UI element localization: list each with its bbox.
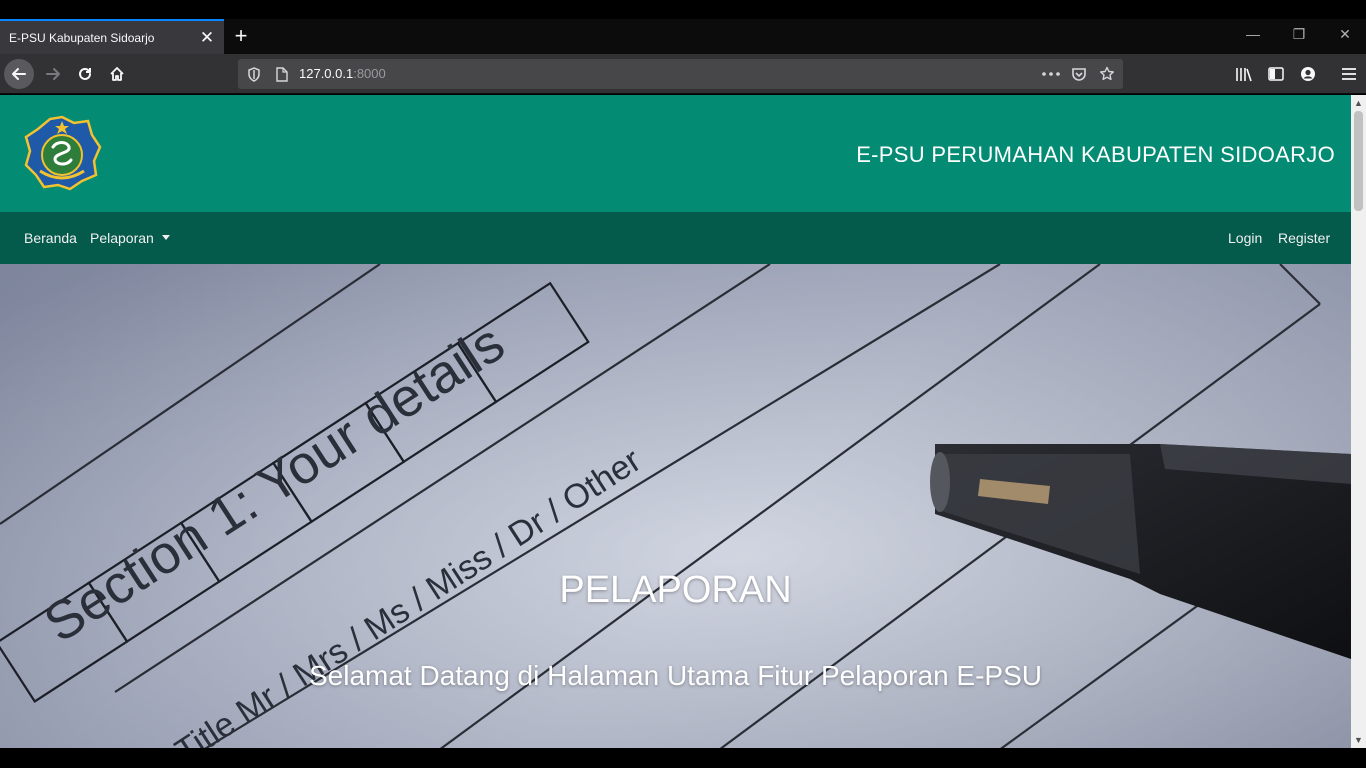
main-navbar: Beranda Pelaporan Login Register bbox=[0, 212, 1351, 264]
url-host: 127.0.0.1 bbox=[299, 66, 354, 81]
page-viewport: E-PSU PERUMAHAN KABUPATEN SIDOARJO Beran… bbox=[0, 95, 1351, 748]
more-icon[interactable] bbox=[1041, 66, 1061, 82]
menu-icon[interactable] bbox=[1340, 66, 1358, 82]
url-text[interactable]: 127.0.0.1:8000 bbox=[299, 66, 386, 81]
minimize-button[interactable]: — bbox=[1243, 26, 1263, 42]
restore-button[interactable]: ❐ bbox=[1289, 26, 1309, 43]
browser-tab-bar: E-PSU Kabupaten Sidoarjo ✕ + — ❐ ✕ bbox=[0, 0, 1366, 54]
reload-icon bbox=[79, 67, 91, 80]
site-header: E-PSU PERUMAHAN KABUPATEN SIDOARJO bbox=[0, 95, 1351, 212]
reload-button[interactable] bbox=[70, 59, 100, 89]
shield-icon[interactable] bbox=[246, 66, 262, 82]
forward-button[interactable] bbox=[38, 59, 68, 89]
sidebar-icon[interactable] bbox=[1267, 66, 1285, 82]
forward-icon bbox=[46, 68, 60, 80]
nav-report-label: Pelaporan bbox=[90, 230, 154, 246]
bookmark-star-icon[interactable] bbox=[1098, 65, 1116, 83]
browser-toolbar: 127.0.0.1:8000 bbox=[0, 54, 1366, 94]
scrollbar-thumb[interactable] bbox=[1354, 111, 1363, 211]
nav-report-dropdown[interactable]: Pelaporan bbox=[90, 230, 170, 246]
scroll-up-icon[interactable]: ▲ bbox=[1354, 98, 1363, 108]
site-title: E-PSU PERUMAHAN KABUPATEN SIDOARJO bbox=[856, 142, 1335, 167]
home-button[interactable] bbox=[102, 59, 132, 89]
sidoarjo-emblem-icon[interactable] bbox=[22, 113, 102, 193]
library-icon[interactable] bbox=[1235, 66, 1253, 82]
page-icon[interactable] bbox=[274, 66, 290, 82]
back-button[interactable] bbox=[4, 59, 34, 89]
hero-subtitle: Selamat Datang di Halaman Utama Fitur Pe… bbox=[308, 660, 1042, 691]
pocket-icon[interactable] bbox=[1070, 66, 1088, 82]
close-window-button[interactable]: ✕ bbox=[1335, 26, 1355, 43]
tab-close-icon[interactable]: ✕ bbox=[198, 28, 216, 47]
account-icon[interactable] bbox=[1299, 66, 1317, 82]
hero-title: PELAPORAN bbox=[559, 569, 792, 611]
caret-down-icon bbox=[161, 235, 170, 240]
page-scrollbar[interactable]: ▲ ▼ bbox=[1351, 95, 1366, 748]
bottom-edge bbox=[0, 748, 1366, 768]
scroll-down-icon[interactable]: ▼ bbox=[1354, 735, 1363, 745]
tab-title: E-PSU Kabupaten Sidoarjo bbox=[9, 30, 155, 45]
title-strip bbox=[0, 0, 1366, 19]
nav-register-link[interactable]: Register bbox=[1278, 230, 1330, 246]
nav-home-link[interactable]: Beranda bbox=[24, 230, 77, 246]
hero-banner: Section 1: Your details Title Mr / Mrs /… bbox=[0, 264, 1351, 748]
url-bar[interactable]: 127.0.0.1:8000 bbox=[238, 59, 1123, 89]
url-port: :8000 bbox=[353, 66, 386, 81]
nav-login-link[interactable]: Login bbox=[1228, 230, 1262, 246]
new-tab-button[interactable]: + bbox=[231, 25, 251, 47]
browser-tab-active[interactable]: E-PSU Kabupaten Sidoarjo ✕ bbox=[0, 19, 224, 54]
home-icon bbox=[110, 67, 124, 81]
back-icon bbox=[12, 68, 26, 80]
